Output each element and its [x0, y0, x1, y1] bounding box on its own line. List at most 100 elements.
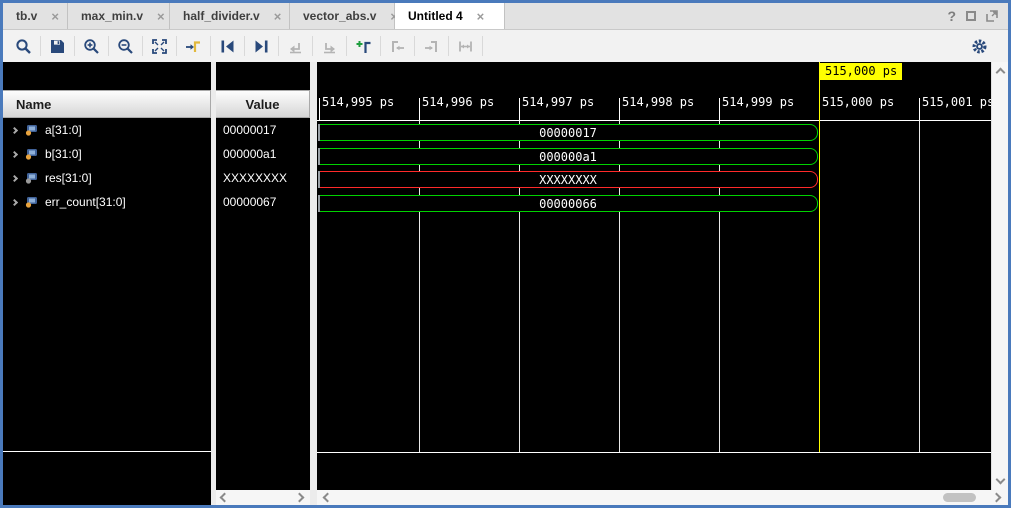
scroll-right-icon[interactable] — [295, 493, 305, 503]
expand-chevron-icon[interactable] — [11, 174, 18, 181]
signal-value-err-count: 00000067 — [216, 190, 310, 214]
bus-signal-icon — [25, 124, 39, 136]
ruler-label: 514,995 ps — [322, 95, 394, 109]
scroll-right-icon[interactable] — [992, 493, 1002, 503]
ruler-tick — [519, 98, 520, 121]
bus-signal-icon — [25, 172, 39, 184]
signal-row-b[interactable]: b[31:0] — [3, 142, 211, 166]
help-icon[interactable]: ? — [947, 8, 956, 24]
tab-label: Untitled 4 — [395, 9, 463, 23]
scroll-left-icon[interactable] — [323, 493, 333, 503]
signal-row-err-count[interactable]: err_count[31:0] — [3, 190, 211, 214]
signal-name-label: err_count[31:0] — [45, 195, 126, 209]
ruler-label: 514,998 ps — [622, 95, 694, 109]
wave-hscrollbar[interactable] — [317, 490, 1008, 505]
ruler-tick — [319, 98, 320, 121]
swap-markers-icon[interactable] — [449, 33, 482, 59]
name-header-label: Name — [16, 97, 51, 112]
tab-vector-abs-v[interactable]: vector_abs.v × — [290, 3, 395, 29]
next-marker-icon[interactable] — [415, 33, 448, 59]
value-header-label: Value — [246, 97, 280, 112]
name-panel-top — [3, 62, 211, 90]
expand-chevron-icon[interactable] — [11, 198, 18, 205]
expand-chevron-icon[interactable] — [11, 126, 18, 133]
signal-name-label: a[31:0] — [45, 123, 82, 137]
wave-toolbar — [3, 30, 1008, 62]
tab-label: vector_abs.v — [290, 9, 376, 23]
ruler-baseline — [317, 120, 991, 121]
tab-label: tb.v — [3, 9, 37, 23]
time-cursor[interactable] — [819, 62, 820, 453]
signal-name-label: b[31:0] — [45, 147, 82, 161]
value-panel-hscrollbar[interactable] — [216, 490, 310, 505]
tab-tb-v[interactable]: tb.v × — [3, 3, 68, 29]
next-edge-icon[interactable] — [313, 33, 346, 59]
ruler-label: 515,000 ps — [822, 95, 894, 109]
bus-signal-icon — [25, 196, 39, 208]
name-panel-divider — [3, 451, 211, 452]
value-column-header[interactable]: Value — [216, 90, 310, 118]
close-icon[interactable]: × — [477, 9, 485, 24]
ruler-label: 514,996 ps — [422, 95, 494, 109]
zoom-fit-icon[interactable] — [143, 33, 176, 59]
signal-value-a: 00000017 — [216, 118, 310, 142]
wave-bottom-line — [317, 452, 991, 453]
tab-max-min-v[interactable]: max_min.v × — [68, 3, 170, 29]
close-icon[interactable]: × — [157, 9, 165, 24]
ruler-tick — [619, 98, 620, 121]
signal-value-panel: Value 00000017 000000a1 XXXXXXXX 0000006… — [216, 62, 310, 505]
hscroll-thumb[interactable] — [943, 493, 976, 502]
tab-untitled-4[interactable]: Untitled 4 × — [395, 3, 505, 29]
settings-gear-icon[interactable] — [963, 33, 996, 59]
ruler-tick — [419, 98, 420, 121]
wave-bus-res[interactable]: XXXXXXXX — [318, 171, 818, 188]
previous-marker-icon[interactable] — [381, 33, 414, 59]
ruler-label: 515,001 ps — [922, 95, 991, 109]
gridline — [919, 121, 920, 452]
scroll-up-icon[interactable] — [996, 68, 1006, 78]
name-column-header[interactable]: Name — [3, 90, 211, 118]
signal-row-a[interactable]: a[31:0] — [3, 118, 211, 142]
save-icon[interactable] — [41, 33, 74, 59]
previous-transition-icon[interactable] — [211, 33, 244, 59]
signal-value-res: XXXXXXXX — [216, 166, 310, 190]
signal-value-b: 000000a1 — [216, 142, 310, 166]
add-marker-icon[interactable] — [347, 33, 380, 59]
go-to-time-icon[interactable] — [177, 33, 210, 59]
wave-bus-err-count[interactable]: 00000066 — [318, 195, 818, 212]
ruler-label: 514,999 ps — [722, 95, 794, 109]
signal-row-res[interactable]: res[31:0] — [3, 166, 211, 190]
ruler-tick — [719, 98, 720, 121]
expand-chevron-icon[interactable] — [11, 150, 18, 157]
zoom-out-icon[interactable] — [109, 33, 142, 59]
waveform-canvas[interactable]: 514,995 ps 514,996 ps 514,997 ps 514,998… — [317, 62, 991, 490]
tab-half-divider-v[interactable]: half_divider.v × — [170, 3, 290, 29]
bus-signal-icon — [25, 148, 39, 160]
value-panel-top — [216, 62, 310, 90]
close-icon[interactable]: × — [51, 9, 59, 24]
panel-separator[interactable] — [310, 62, 317, 505]
wave-window: tb.v × max_min.v × half_divider.v × vect… — [0, 0, 1011, 508]
window-controls: ? — [947, 3, 1008, 29]
tab-label: half_divider.v — [170, 9, 260, 23]
cursor-time-badge[interactable]: 515,000 ps — [820, 63, 902, 80]
tab-bar: tb.v × max_min.v × half_divider.v × vect… — [3, 3, 1008, 30]
float-window-icon[interactable] — [986, 10, 998, 22]
scroll-down-icon[interactable] — [996, 475, 1006, 485]
next-transition-icon[interactable] — [245, 33, 278, 59]
scroll-left-icon[interactable] — [220, 493, 230, 503]
signal-name-label: res[31:0] — [45, 171, 92, 185]
ruler-label: 514,997 ps — [522, 95, 594, 109]
wave-vscrollbar[interactable] — [991, 62, 1008, 490]
zoom-in-icon[interactable] — [75, 33, 108, 59]
maximize-icon[interactable] — [966, 11, 976, 21]
previous-edge-icon[interactable] — [279, 33, 312, 59]
search-icon[interactable] — [7, 33, 40, 59]
tab-label: max_min.v — [68, 9, 143, 23]
wave-bus-b[interactable]: 000000a1 — [318, 148, 818, 165]
signal-name-panel: Name a[31:0] b[31:0] res[31:0] err_count… — [3, 62, 211, 505]
wave-main: Name a[31:0] b[31:0] res[31:0] err_count… — [3, 62, 1008, 505]
wave-bus-a[interactable]: 00000017 — [318, 124, 818, 141]
close-icon[interactable]: × — [274, 9, 282, 24]
ruler-tick — [919, 98, 920, 121]
